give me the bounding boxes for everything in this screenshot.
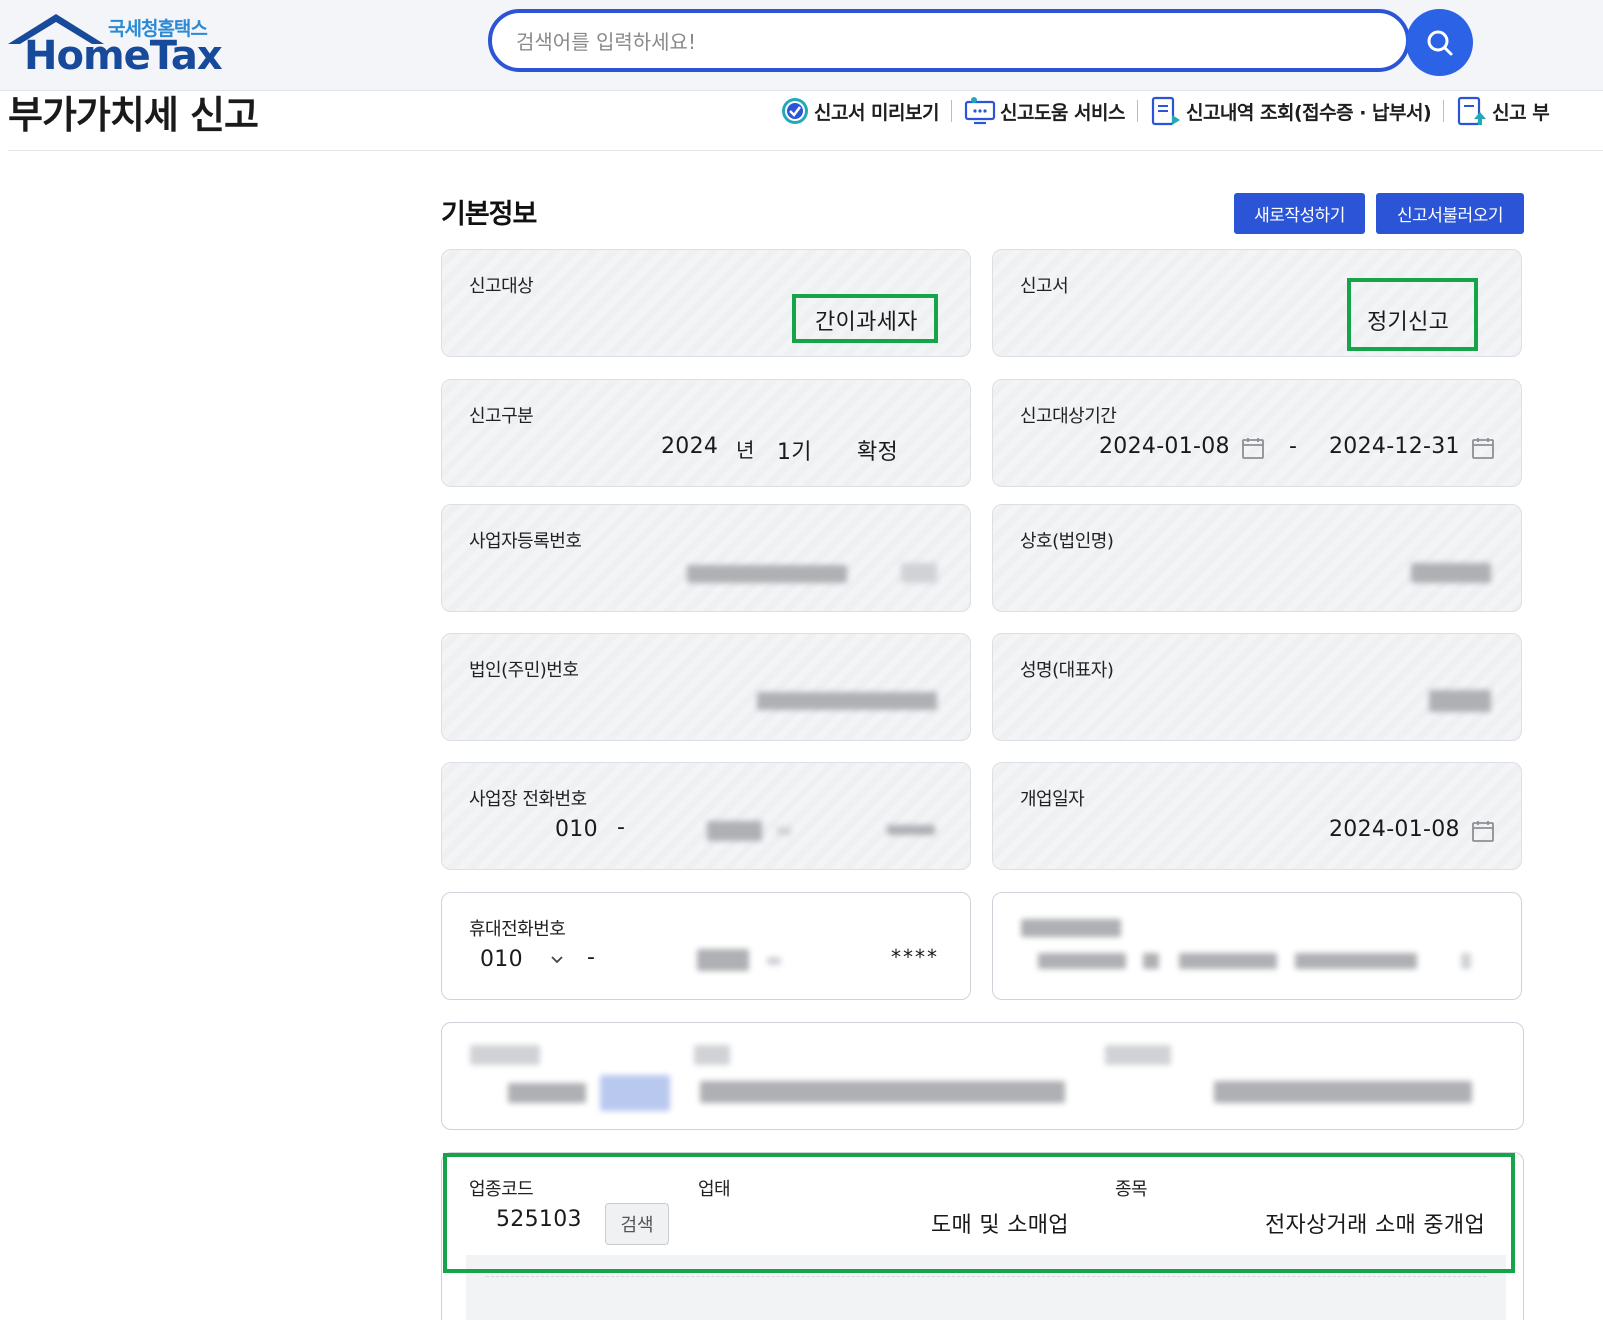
logo-title: HomeTax [24,33,223,79]
redacted-value [707,821,762,841]
monitor-help-icon [964,97,996,125]
menu-divider [1136,100,1138,122]
calendar-icon[interactable] [1241,436,1265,460]
mobile-masked-value[interactable]: **** [891,945,939,969]
quick-menu: 신고서 미리보기 신고도움 서비스 신고내역 조회(접수증 · 납부서) 신고 … [780,94,1550,128]
redacted-value [757,692,937,710]
rep-name-label: 성명(대표자) [1020,660,1114,681]
dashed-divider [486,1276,1486,1277]
redacted-button[interactable] [600,1075,670,1111]
open-date-label: 개업일자 [1020,789,1085,810]
company-name-card: 상호(법인명) [992,504,1522,612]
target-value[interactable]: 간이과세자 [815,304,918,336]
period-dash: - [1289,434,1298,459]
biz-reg-label: 사업자등록번호 [469,531,582,552]
redacted-value [687,565,847,583]
redacted-value [767,957,781,965]
help-service-link[interactable]: 신고도움 서비스 [964,96,1125,126]
redacted-label [1021,919,1121,937]
redacted-value [777,827,791,835]
menu-divider [1443,100,1445,122]
hometax-logo[interactable]: 국세청홈택스 HomeTax [8,8,228,80]
redacted-value [887,825,935,835]
division-year[interactable]: 2024 [661,434,718,459]
report-type-card: 신고서 정기신고 [992,249,1522,357]
search-icon [1427,30,1452,55]
division-label: 신고구분 [469,406,534,427]
mobile-card: 휴대전화번호 010 - **** [441,892,971,1000]
division-status[interactable]: 확정 [857,434,898,466]
division-year-unit: 년 [736,438,755,462]
load-report-button[interactable]: 신고서불러오기 [1376,193,1524,234]
help-service-label: 신고도움 서비스 [999,101,1125,124]
biz-reg-card: 사업자등록번호 [441,504,971,612]
period-card: 신고대상기간 2024-01-08 - 2024-12-31 [992,379,1522,487]
open-date-card: 개업일자 2024-01-08 [992,762,1522,870]
calendar-icon[interactable] [1471,819,1495,843]
redacted-value [700,1081,1065,1103]
open-date-value[interactable]: 2024-01-08 [1329,817,1460,842]
period-label: 신고대상기간 [1020,406,1117,427]
redacted-label [694,1045,730,1065]
new-write-button[interactable]: 새로작성하기 [1234,193,1365,234]
biz-phone-card: 사업장 전화번호 010 - [441,762,971,870]
target-label: 신고대상 [469,276,534,297]
redacted-value [1143,953,1159,969]
division-term[interactable]: 1기 [777,434,812,466]
chevron-down-icon[interactable] [550,954,564,966]
document-list-icon [1151,96,1180,126]
preview-label: 신고서 미리보기 [814,101,939,124]
redacted-value [508,1083,586,1103]
period-start-date[interactable]: 2024-01-08 [1099,434,1230,459]
report-type-value[interactable]: 정기신고 [1367,304,1449,336]
redacted-value [1214,1081,1472,1103]
search-input[interactable] [514,25,1358,59]
redacted-value [1461,953,1471,969]
division-card: 신고구분 2024 년 1기 확정 [441,379,971,487]
mobile-label: 휴대전화번호 [469,919,566,940]
biz-phone-prefix[interactable]: 010 [555,817,598,842]
history-link[interactable]: 신고내역 조회(접수증 · 납부서) [1150,95,1432,127]
title-divider [8,150,1603,151]
redacted-value [1429,690,1491,712]
biz-phone-dash: - [617,815,626,840]
mobile-dash: - [587,945,596,970]
page-title: 부가가치세 신고 [8,93,259,137]
redacted-value [1038,953,1126,969]
calendar-icon[interactable] [1471,436,1495,460]
redacted-value [697,949,749,971]
redacted-value [1295,953,1417,969]
redacted-label [1105,1045,1171,1065]
search-button[interactable] [1406,9,1473,76]
preview-link[interactable]: 신고서 미리보기 [780,96,939,126]
check-circle-icon [782,98,808,124]
section-title: 기본정보 [441,199,537,230]
industry-highlight [443,1153,1515,1273]
corp-id-card: 법인(주민)번호 [441,633,971,741]
corp-id-label: 법인(주민)번호 [469,660,579,681]
document-upload-icon [1458,96,1487,126]
rep-name-card: 성명(대표자) [992,633,1522,741]
top-header: 국세청홈택스 HomeTax [0,0,1603,91]
mobile-prefix-select[interactable]: 010 [480,947,523,972]
redacted-card [992,892,1522,1000]
redacted-wide-card [441,1022,1524,1130]
period-end-date[interactable]: 2024-12-31 [1329,434,1460,459]
target-card: 신고대상 간이과세자 [441,249,971,357]
company-name-label: 상호(법인명) [1020,531,1114,552]
redacted-value [901,563,937,583]
redacted-label [470,1045,540,1065]
redacted-value [1179,953,1277,969]
menu-divider [950,100,952,122]
redacted-value [1411,563,1491,583]
history-label: 신고내역 조회(접수증 · 납부서) [1185,101,1432,124]
report-more-label: 신고 부 [1492,101,1550,124]
report-more-link[interactable]: 신고 부 [1456,95,1550,127]
report-type-label: 신고서 [1020,276,1069,297]
search-bar [488,9,1410,72]
biz-phone-label: 사업장 전화번호 [469,789,587,810]
